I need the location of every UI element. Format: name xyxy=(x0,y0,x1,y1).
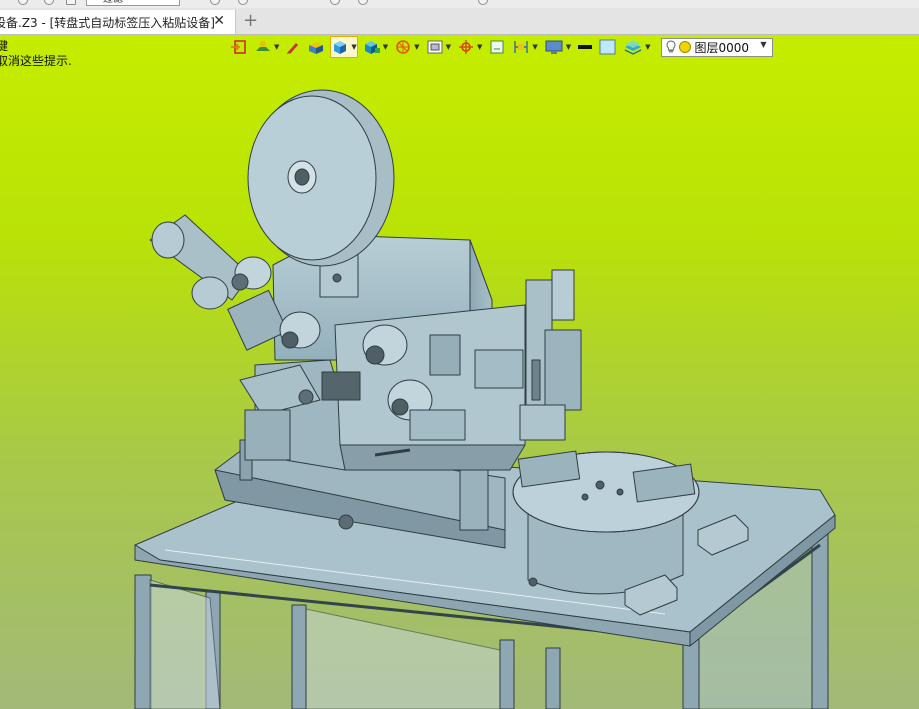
undo-icon[interactable] xyxy=(18,0,28,5)
right-tower xyxy=(519,269,582,441)
document-tab[interactable]: 设备.Z3 - [转盘式自动标签压入粘贴设备] ✕ xyxy=(0,10,236,34)
redo-icon[interactable] xyxy=(44,0,54,5)
new-tab-button[interactable]: + xyxy=(243,11,258,31)
file-icon[interactable] xyxy=(66,0,76,5)
rotate-icon[interactable] xyxy=(330,0,340,5)
document-tab-title: 设备.Z3 - [转盘式自动标签压入粘贴设备] xyxy=(0,15,215,30)
close-tab-button[interactable]: ✕ xyxy=(213,13,225,29)
machine-model[interactable] xyxy=(0,35,919,709)
pointer-icon[interactable] xyxy=(238,0,248,5)
select-icon[interactable] xyxy=(210,0,220,5)
document-tab-bar: 设备.Z3 - [转盘式自动标签压入粘贴设备] ✕ + xyxy=(0,8,919,35)
central-mechanism xyxy=(239,304,526,471)
tool-icon[interactable] xyxy=(478,0,488,5)
rotary-table xyxy=(512,450,700,595)
tape-reel xyxy=(247,89,395,267)
refresh-icon[interactable] xyxy=(358,0,368,5)
3d-viewport[interactable]: 键 取消这些提示. ▼ ▼ ▼ ▼ ▼ ▼ ▼ ▼ ▼ 图层0000 ▼ xyxy=(0,35,919,709)
filter-combo[interactable]: 过滤 xyxy=(86,0,180,6)
